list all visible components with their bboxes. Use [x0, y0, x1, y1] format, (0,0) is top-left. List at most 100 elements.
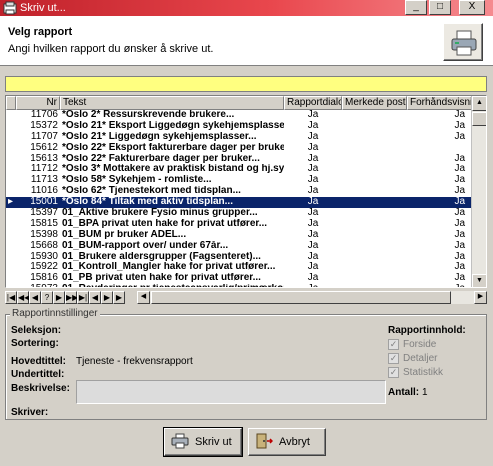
table-row[interactable]: 11016 *Oslo 62* Tjenestekort med tidsplan…	[6, 186, 473, 197]
beskrivelse-label: Beskrivelse:	[11, 383, 70, 394]
checkbox-check-icon: ✓	[388, 353, 399, 364]
table-row[interactable]: 11713 *Oslo 58* Sykehjem - romliste... Ja J…	[6, 175, 473, 186]
skriver-label: Skriver:	[11, 407, 49, 418]
forside-checkbox[interactable]: ✓ Forside	[388, 339, 436, 350]
cell-forhandsvisning: Ja	[454, 240, 465, 251]
table-row[interactable]: 11707 *Oslo 21* Liggedøgn sykehjemsplasse…	[6, 132, 473, 143]
cell-nr: 15973	[16, 284, 60, 287]
scroll-down-icon[interactable]: ▼	[472, 274, 486, 287]
detaljer-checkbox[interactable]: ✓ Detaljer	[388, 353, 437, 364]
navigator-button-icon[interactable]: ▶	[101, 291, 113, 304]
row-marker	[6, 121, 16, 132]
grid-header: Nr Tekst Rapportdialog Merkede poster Fo…	[6, 96, 473, 110]
table-row[interactable]: 15930 01_Brukere aldersgrupper (Fagsenter…	[6, 252, 473, 263]
scroll-up-icon[interactable]: ▲	[472, 96, 486, 111]
navigator-button-icon[interactable]: ?	[41, 291, 53, 304]
record-navigator: |◀ ◀◀ ◀? ▶ ▶▶ ▶| ◀ ▶ ▶	[5, 291, 125, 304]
cell-merkede-poster	[342, 273, 407, 284]
cell-tekst: *Oslo 21* Eksport Liggedøgn sykehjemspla…	[62, 120, 284, 131]
cell-nr: 11016	[30, 186, 58, 197]
navigator-button-icon[interactable]: ◀◀	[17, 291, 30, 304]
table-row[interactable]: 15397 01_Aktive brukere Fysio minus grupp…	[6, 208, 473, 219]
row-marker	[6, 143, 16, 154]
cell-nr: 11712	[30, 164, 58, 175]
minimize-button[interactable]: _	[405, 0, 427, 15]
cell-merkede-poster	[342, 186, 407, 197]
cell-tekst: *Oslo 84* Tiltak med aktiv tidsplan...	[62, 197, 233, 208]
header-rapportdialog[interactable]: Rapportdialog	[284, 96, 342, 110]
report-grid[interactable]: Nr Tekst Rapportdialog Merkede poster Fo…	[5, 95, 487, 288]
close-button[interactable]: X	[459, 0, 485, 15]
cell-rapportdialog: Ja	[307, 208, 319, 219]
cell-nr: 15816	[30, 273, 58, 284]
navigator-button-icon[interactable]: ◀	[89, 291, 101, 304]
grid-rows: 11706 *Oslo 2* Ressurskrevende brukere...…	[6, 110, 473, 287]
beskrivelse-field[interactable]	[76, 380, 386, 404]
cell-rapportdialog: Ja	[307, 240, 319, 251]
vertical-scrollbar[interactable]: ▲ ▼	[471, 96, 486, 287]
row-marker	[6, 154, 16, 165]
table-row[interactable]: 15372 *Oslo 21* Eksport Liggedøgn sykehje…	[6, 121, 473, 132]
cell-nr: 15930	[30, 251, 58, 262]
header-merkede-poster[interactable]: Merkede poster	[342, 96, 407, 110]
table-row[interactable]: 15815 01_BPA privat uten hake for privat …	[6, 219, 473, 230]
statistikk-label: Statistikk	[403, 367, 444, 378]
table-row[interactable]: 11706 *Oslo 2* Ressurskrevende brukere...…	[6, 110, 473, 121]
header-nr[interactable]: Nr	[16, 96, 60, 110]
header-forhandsvisning[interactable]: Forhåndsvisnin	[407, 96, 473, 110]
cell-forhandsvisning: Ja	[454, 120, 465, 131]
cell-tekst: 01_BPA privat uten hake for privat utfør…	[62, 218, 268, 229]
table-row[interactable]: 15922 01_Kontroll_Mangler hake for privat…	[6, 262, 473, 273]
cell-tekst: 01_Brukere aldersgrupper (Fagsenteret)..…	[62, 251, 261, 262]
row-marker	[6, 262, 16, 273]
app-icon	[3, 1, 17, 15]
scroll-left-icon[interactable]: ◀	[137, 291, 150, 304]
printer-button[interactable]	[443, 23, 483, 61]
navigator-button-icon[interactable]: ▶	[113, 291, 125, 304]
cell-forhandsvisning: Ja	[454, 131, 465, 142]
row-marker	[6, 208, 16, 219]
row-marker	[6, 110, 16, 121]
cell-forhandsvisning: Ja	[454, 164, 465, 175]
row-marker	[6, 241, 16, 252]
cell-forhandsvisning: Ja	[454, 186, 465, 197]
search-bar[interactable]	[5, 76, 487, 92]
table-row[interactable]: 15613 *Oslo 22* Fakturerbare dager per br…	[6, 154, 473, 165]
cell-forhandsvisning: Ja	[454, 273, 465, 284]
title-bar[interactable]: Skriv ut... _ □ X	[0, 0, 493, 16]
navigator-button-icon[interactable]: |◀	[5, 291, 17, 304]
horizontal-scroll-thumb[interactable]	[151, 291, 451, 304]
antall-value[interactable]: 1	[422, 387, 428, 398]
cell-nr: 15372	[30, 120, 58, 131]
cell-nr: 15922	[30, 262, 58, 273]
table-row[interactable]: 15668 01_BUM-rapport over/ under 67år... J…	[6, 241, 473, 252]
statistikk-checkbox[interactable]: ✓ Statistikk	[388, 367, 443, 378]
cell-tekst: *Oslo 22* Eksport fakturerbare dager per…	[62, 142, 284, 153]
cancel-button[interactable]: Avbryt	[248, 428, 326, 456]
cell-merkede-poster	[342, 154, 407, 165]
cell-tekst: 01_Kontroll_Mangler hake for privat utfø…	[62, 262, 276, 273]
cell-rapportdialog: Ja	[307, 186, 319, 197]
cell-forhandsvisning: Ja	[454, 153, 465, 164]
table-row[interactable]: 15612 *Oslo 22* Eksport fakturerbare dage…	[6, 143, 473, 154]
print-button[interactable]: Skriv ut	[163, 427, 243, 457]
row-marker	[6, 273, 16, 284]
maximize-button[interactable]: □	[429, 0, 451, 15]
table-row[interactable]: 11712 *Oslo 3* Mottakere av praktisk bist…	[6, 164, 473, 175]
cell-tekst: *Oslo 21* Liggedøgn sykehjemsplasser...	[62, 131, 257, 142]
navigator-button-icon[interactable]: ▶▶	[65, 291, 78, 304]
navigator-button-icon[interactable]: ▶|	[77, 291, 89, 304]
navigator-button-icon[interactable]: ◀	[29, 291, 41, 304]
table-row[interactable]: ▸ 15001 *Oslo 84* Tiltak med aktiv tidspla…	[6, 197, 473, 209]
settings-group-title: Rapportinnstillinger	[10, 308, 100, 319]
table-row[interactable]: 1597301_Revderinger pr tjenesteansvarlig…	[6, 284, 473, 287]
table-row[interactable]: 15816 01_PB privat uten hake for privat u…	[6, 273, 473, 284]
header-tekst[interactable]: Tekst	[60, 96, 284, 110]
cell-tekst: *Oslo 58* Sykehjem - romliste...	[62, 175, 212, 186]
scroll-right-icon[interactable]: ▶	[474, 291, 487, 304]
table-row[interactable]: 15398 01_BUM pr bruker ADEL... Ja Ja	[6, 230, 473, 241]
cell-merkede-poster	[342, 208, 407, 219]
horizontal-scrollbar[interactable]: ◀ ▶	[137, 291, 487, 304]
navigator-button-icon[interactable]: ▶	[53, 291, 65, 304]
scroll-thumb[interactable]	[472, 112, 486, 126]
